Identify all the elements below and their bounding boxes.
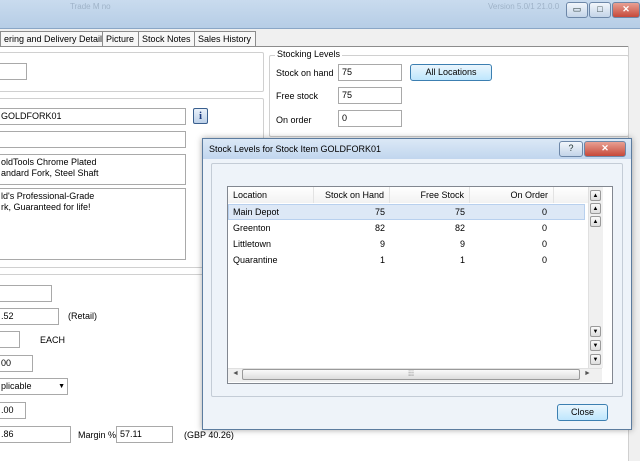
quantity-field[interactable]: 00: [0, 355, 33, 372]
applicable-select[interactable]: plicable ▼: [0, 378, 68, 395]
scroll-bottom-icon[interactable]: ▼: [590, 354, 601, 365]
on-order-field[interactable]: 0: [338, 110, 402, 127]
cell-free-stock: 1: [459, 255, 465, 265]
scroll-page-up-icon[interactable]: ▲: [590, 203, 601, 214]
top-left-group: [0, 52, 264, 92]
long-description-line1: ld's Professional-Grade: [1, 191, 95, 201]
cell-stock-on-hand: 75: [374, 207, 385, 217]
cell-on-order: 0: [541, 207, 547, 217]
all-locations-button[interactable]: All Locations: [410, 64, 492, 81]
cell-on-order: 0: [541, 255, 547, 265]
cell-location: Quarantine: [233, 255, 278, 265]
cell-stock-on-hand: 1: [379, 255, 385, 265]
column-header-location[interactable]: Location: [228, 187, 314, 203]
top-left-field[interactable]: [0, 63, 27, 80]
scroll-right-icon[interactable]: ►: [584, 370, 591, 377]
dialog-title: Stock Levels for Stock Item GOLDFORK01: [209, 144, 382, 154]
stock-on-hand-field[interactable]: 75: [338, 64, 402, 81]
stock-code-field[interactable]: GOLDFORK01: [0, 108, 186, 125]
free-stock-label: Free stock: [276, 91, 319, 101]
column-header-on-order[interactable]: On Order: [470, 187, 554, 203]
help-button[interactable]: ?: [559, 141, 583, 157]
price-field[interactable]: .52: [0, 308, 59, 325]
restore-button[interactable]: □: [589, 2, 611, 18]
cell-free-stock: 9: [459, 239, 465, 249]
tab-stock-notes[interactable]: Stock Notes: [138, 31, 196, 46]
cell-on-order: 0: [541, 239, 547, 249]
tab-picture[interactable]: Picture: [102, 31, 140, 46]
free-stock-field[interactable]: 75: [338, 87, 402, 104]
scroll-left-icon[interactable]: ◄: [232, 370, 239, 377]
window-title-bar: Trade M no Version 5.0/1 21.0.0 ▭ □ ✕: [0, 0, 640, 29]
price-retail-label: (Retail): [68, 311, 98, 321]
horizontal-scroll-thumb[interactable]: ⁞⁞⁞: [242, 369, 580, 380]
gbp-value-label: (GBP 40.26): [184, 430, 234, 440]
margin-label: Margin %: [78, 430, 117, 440]
cell-stock-on-hand: 9: [379, 239, 385, 249]
stocking-levels-title: Stocking Levels: [275, 49, 343, 59]
pricing-top-field[interactable]: [0, 285, 52, 302]
scroll-top-icon[interactable]: ▲: [590, 216, 601, 227]
faint-title-right: Version 5.0/1 21.0.0: [488, 2, 560, 11]
minimize-button[interactable]: ▭: [566, 2, 588, 18]
cell-on-order: 0: [541, 223, 547, 233]
scroll-up-icon[interactable]: ▲: [590, 190, 601, 201]
window-close-button[interactable]: ✕: [612, 2, 640, 18]
tab-ordering-delivery[interactable]: ering and Delivery Details: [0, 31, 107, 46]
tab-sales-history[interactable]: Sales History: [194, 31, 256, 46]
dialog-close-x-button[interactable]: ✕: [584, 141, 626, 157]
on-order-label: On order: [276, 115, 312, 125]
cell-free-stock: 75: [454, 207, 465, 217]
stock-on-hand-label: Stock on hand: [276, 68, 334, 78]
stock-levels-table: Location Stock on Hand Free Stock On Ord…: [227, 186, 613, 384]
cell-location: Greenton: [233, 223, 271, 233]
unit-qty-field[interactable]: [0, 331, 20, 348]
close-button[interactable]: Close: [557, 404, 608, 421]
short-description-field[interactable]: oldTools Chrome Plated andard Fork, Stee…: [0, 154, 186, 185]
column-header-stock-on-hand[interactable]: Stock on Hand: [314, 187, 390, 203]
dialog-title-bar: Stock Levels for Stock Item GOLDFORK01 ?…: [203, 139, 631, 159]
scroll-page-down-icon[interactable]: ▼: [590, 340, 601, 351]
short-description-line2: andard Fork, Steel Shaft: [1, 168, 99, 178]
cost-field[interactable]: .00: [0, 402, 26, 419]
unit-label: EACH: [40, 335, 66, 345]
margin-left-field[interactable]: .86: [0, 426, 71, 443]
stock-levels-dialog: Stock Levels for Stock Item GOLDFORK01 ?…: [202, 138, 632, 430]
long-description-field[interactable]: ld's Professional-Grade rk, Guaranteed f…: [0, 188, 186, 260]
cell-stock-on-hand: 82: [374, 223, 385, 233]
margin-field[interactable]: 57.11: [116, 426, 173, 443]
column-header-free-stock[interactable]: Free Stock: [390, 187, 470, 203]
applicable-select-value: plicable: [1, 381, 32, 391]
chevron-down-icon: ▼: [58, 383, 65, 390]
long-description-line2: rk, Guaranteed for life!: [1, 202, 91, 212]
cell-location: Main Depot: [233, 207, 280, 217]
info-icon[interactable]: i: [193, 108, 208, 124]
cell-location: Littletown: [233, 239, 272, 249]
barcode-field[interactable]: [0, 131, 186, 148]
scroll-down-icon[interactable]: ▼: [590, 326, 601, 337]
short-description-line1: oldTools Chrome Plated: [1, 157, 97, 167]
cell-free-stock: 82: [454, 223, 465, 233]
faint-title-left: Trade M no: [70, 2, 111, 11]
